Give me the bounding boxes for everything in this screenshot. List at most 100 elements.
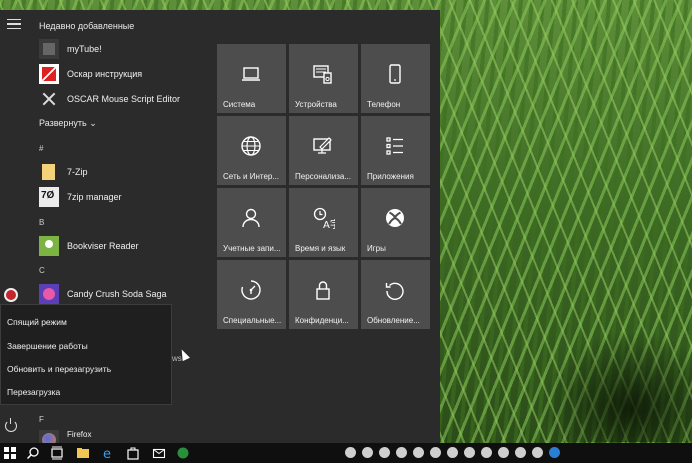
app-item-7zip-manager[interactable]: 7zip manager: [39, 186, 209, 208]
personalization-icon: [311, 134, 335, 158]
edge-icon[interactable]: e: [102, 446, 116, 462]
devices-icon: [311, 62, 335, 86]
wallpaper-shadow: [540, 330, 692, 442]
power-menu-restart[interactable]: Перезагрузка: [7, 387, 60, 397]
app-label: 7-Zip: [67, 167, 88, 177]
chevron-down-icon: ⌄: [89, 118, 97, 128]
tray-app-icon[interactable]: [413, 447, 424, 458]
app-item-mytube[interactable]: myTube!: [39, 38, 209, 60]
tile-accounts[interactable]: Учетные запи...: [217, 188, 286, 257]
app-label: Firefox: [67, 430, 92, 439]
tile-personalization[interactable]: Персонализа...: [289, 116, 358, 185]
group-letter[interactable]: #: [39, 144, 43, 153]
oskar-icon: [39, 64, 59, 84]
tray-app-icon[interactable]: [447, 447, 458, 458]
tile-label: Система: [223, 100, 256, 109]
tray-app-icon[interactable]: [515, 447, 526, 458]
tile-label: Персонализа...: [295, 172, 351, 181]
tray-app-icon[interactable]: [430, 447, 441, 458]
mytube-icon: [39, 39, 59, 59]
task-view-icon[interactable]: [50, 446, 64, 460]
photo-app-icon[interactable]: [176, 446, 190, 460]
tile-phone[interactable]: Телефон: [361, 44, 430, 113]
power-icon[interactable]: [5, 418, 17, 432]
app-item-7zip[interactable]: 7-Zip: [39, 161, 209, 183]
search-icon[interactable]: [26, 446, 40, 460]
time-language-icon: A字: [311, 206, 340, 231]
svg-text:A字: A字: [323, 218, 335, 230]
tile-ease-of-access[interactable]: Специальные...: [217, 260, 286, 329]
power-menu-update-restart[interactable]: Обновить и перезагрузить: [7, 364, 111, 374]
laptop-icon: [239, 62, 263, 86]
app-label: Candy Crush Soda Saga: [67, 289, 167, 299]
folder-icon: [39, 162, 59, 182]
taskbar: e: [0, 443, 692, 463]
app-item-candy-crush[interactable]: Candy Crush Soda Saga: [39, 283, 209, 305]
hamburger-menu-icon[interactable]: [7, 19, 21, 29]
telegram-icon[interactable]: [362, 447, 373, 458]
mail-icon[interactable]: [152, 446, 166, 460]
app-label: Оскар инструкция: [67, 69, 143, 79]
tray-app-icon[interactable]: [464, 447, 475, 458]
power-menu-shutdown[interactable]: Завершение работы: [7, 341, 88, 351]
group-letter[interactable]: B: [39, 218, 44, 227]
tile-label: Учетные запи...: [223, 244, 281, 253]
power-menu: Спящий режим Завершение работы Обновить …: [0, 304, 172, 405]
tile-time-language[interactable]: A字 Время и язык: [289, 188, 358, 257]
group-letter[interactable]: C: [39, 266, 45, 275]
store-icon[interactable]: [126, 446, 140, 460]
tile-label: Устройства: [295, 100, 337, 109]
lock-icon: [311, 278, 335, 302]
tile-label: Конфиденци...: [295, 316, 349, 325]
tray-app-icon[interactable]: [379, 447, 390, 458]
candy-crush-icon: [39, 284, 59, 304]
xbox-icon: [383, 206, 407, 230]
person-icon: [239, 206, 263, 230]
firefox-icon: [39, 430, 59, 443]
tray-app-icon[interactable]: [345, 447, 356, 458]
group-letter[interactable]: F: [39, 415, 44, 424]
user-avatar[interactable]: [4, 288, 18, 302]
recent-header: Недавно добавленные: [39, 21, 135, 31]
app-item-firefox[interactable]: Firefox: [39, 430, 209, 443]
bookviser-icon: [39, 236, 59, 256]
tile-label: Специальные...: [223, 316, 282, 325]
tile-system[interactable]: Система: [217, 44, 286, 113]
app-label: myTube!: [67, 44, 102, 54]
expand-button[interactable]: Развернуть ⌄: [39, 118, 97, 129]
phone-icon: [383, 62, 407, 86]
windows-start-icon[interactable]: [4, 447, 16, 459]
tile-update[interactable]: Обновление...: [361, 260, 430, 329]
tile-gaming[interactable]: Игры: [361, 188, 430, 257]
app-label: 7zip manager: [67, 192, 122, 202]
app-item-oscar-editor[interactable]: OSCAR Mouse Script Editor: [39, 88, 209, 110]
tile-label: Обновление...: [367, 316, 420, 325]
tray-app-icon[interactable]: [396, 447, 407, 458]
tile-network[interactable]: Сеть и Интер...: [217, 116, 286, 185]
tile-label: Игры: [367, 244, 386, 253]
tile-label: Телефон: [367, 100, 401, 109]
expand-label: Развернуть: [39, 118, 87, 128]
tray-app-icon[interactable]: [532, 447, 543, 458]
tray-app-icon[interactable]: [481, 447, 492, 458]
tile-apps[interactable]: Приложения: [361, 116, 430, 185]
tile-devices[interactable]: Устройства: [289, 44, 358, 113]
tray-app-icon[interactable]: [549, 447, 560, 458]
explorer-folder-icon[interactable]: [76, 446, 90, 460]
globe-icon: [239, 134, 263, 158]
tile-label: Приложения: [367, 172, 414, 181]
power-menu-sleep[interactable]: Спящий режим: [7, 317, 67, 327]
tile-privacy[interactable]: Конфиденци...: [289, 260, 358, 329]
app-label: Bookviser Reader: [67, 241, 139, 251]
svg-text:e: e: [103, 447, 111, 460]
7zip-manager-icon: [39, 187, 59, 207]
app-item-bookviser[interactable]: Bookviser Reader: [39, 235, 209, 257]
update-icon: [383, 278, 407, 302]
tray-app-icon[interactable]: [498, 447, 509, 458]
app-item-oskar-instruction[interactable]: Оскар инструкция: [39, 63, 209, 85]
oscar-icon: [39, 89, 59, 109]
app-label: OSCAR Mouse Script Editor: [67, 94, 181, 104]
tile-label: Сеть и Интер...: [223, 172, 280, 181]
ease-of-access-icon: [239, 278, 263, 302]
apps-list-icon: [383, 134, 407, 158]
